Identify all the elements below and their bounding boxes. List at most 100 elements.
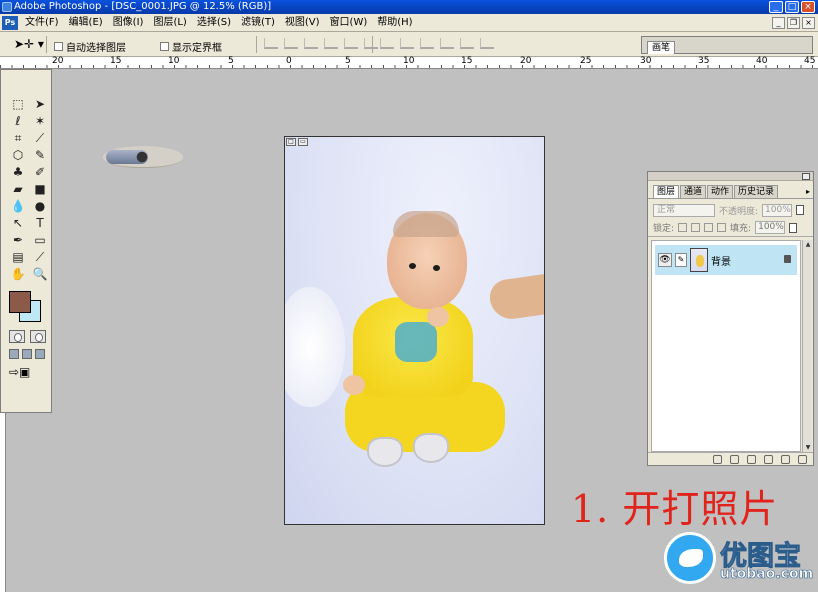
jump-to-imageready-icon[interactable]: ⇨▣ (1, 359, 51, 379)
palette-close-icon[interactable] (802, 173, 810, 180)
new-layer-icon[interactable] (781, 454, 790, 464)
full-screen-menu-mode-icon[interactable] (22, 349, 32, 359)
show-bounds-checkbox[interactable]: 显示定界框 (160, 39, 222, 54)
ruler-label: 20 (520, 56, 532, 66)
new-group-icon[interactable] (747, 454, 756, 464)
crop-tool-icon[interactable]: ⌗ (9, 130, 27, 146)
distribute-vcenter-icon[interactable] (400, 38, 414, 49)
layer-row-background[interactable]: 👁 ✎ 背景 (655, 245, 797, 275)
menu-file[interactable]: 文件(F) (20, 14, 64, 32)
lock-transparency-icon[interactable] (678, 223, 688, 232)
healing-brush-tool-icon[interactable]: ⬡ (9, 147, 27, 163)
opacity-input[interactable]: 100% (762, 203, 793, 217)
distribute-right-icon[interactable] (480, 38, 494, 49)
tab-channels[interactable]: 通道 (680, 185, 707, 198)
distribute-hcenter-icon[interactable] (460, 38, 474, 49)
move-tool-icon[interactable]: ➤ (31, 96, 49, 112)
trash-icon[interactable] (798, 454, 807, 464)
magic-wand-tool-icon[interactable]: ✶ (31, 113, 49, 129)
align-bottom-icon[interactable] (304, 38, 318, 49)
align-vcenter-icon[interactable] (284, 38, 298, 49)
rectangle-tool-icon[interactable]: ▭ (31, 232, 49, 248)
palette-title-strip[interactable] (648, 172, 813, 181)
palette-tab-brushes[interactable]: 画笔 (647, 41, 675, 54)
minimize-button[interactable]: _ (769, 1, 783, 13)
align-hcenter-icon[interactable] (344, 38, 358, 49)
path-selection-tool-icon[interactable]: ↖ (9, 215, 27, 231)
opacity-slider-button[interactable] (796, 205, 805, 215)
zoom-tool-icon[interactable]: 🔍 (31, 266, 49, 282)
brush-tool-icon[interactable]: ✎ (31, 147, 49, 163)
photoshop-logo-icon[interactable]: Ps (2, 15, 18, 30)
menu-filter[interactable]: 滤镜(T) (236, 14, 280, 32)
standard-mode-icon[interactable] (9, 330, 25, 343)
align-top-icon[interactable] (264, 38, 278, 49)
layer-list-scrollbar[interactable]: ▲ ▼ (802, 240, 812, 452)
palette-menu-arrow-icon[interactable]: ▸ (806, 185, 810, 198)
eyedropper-tool-icon[interactable]: ⟋ (31, 249, 49, 265)
blur-tool-icon[interactable]: 💧 (9, 198, 27, 214)
eraser-tool-icon[interactable]: ▰ (9, 181, 27, 197)
notes-tool-icon[interactable]: ▤ (9, 249, 27, 265)
hand-tool-icon[interactable]: ✋ (9, 266, 27, 282)
move-tool-preset-icon[interactable]: ➤✛ ▾ (14, 37, 44, 51)
fill-input[interactable]: 100% (755, 221, 786, 234)
clone-stamp-tool-icon[interactable]: ♣ (9, 164, 27, 180)
standard-screen-mode-icon[interactable] (9, 349, 19, 359)
marquee-tool-icon[interactable]: ⬚ (9, 96, 27, 112)
tab-actions[interactable]: 动作 (707, 185, 734, 198)
scroll-down-icon[interactable]: ▼ (803, 443, 813, 452)
menu-select[interactable]: 选择(S) (192, 14, 236, 32)
doc-mini-control-icon[interactable]: □ (286, 138, 296, 146)
tab-layers[interactable]: 图层 (653, 185, 680, 198)
checkbox-box[interactable] (160, 42, 169, 51)
document-canvas[interactable]: □ ▭ (284, 136, 545, 525)
menu-view[interactable]: 视图(V) (280, 14, 325, 32)
menu-image[interactable]: 图像(I) (108, 14, 149, 32)
quick-mask-mode-icon[interactable] (30, 330, 46, 343)
distribute-top-icon[interactable] (380, 38, 394, 49)
layer-style-icon[interactable] (713, 454, 722, 464)
doc-restore-button[interactable]: ❐ (787, 17, 800, 29)
auto-select-layer-checkbox[interactable]: 自动选择图层 (54, 39, 126, 54)
lasso-tool-icon[interactable]: ℓ (9, 113, 27, 129)
maximize-button[interactable]: □ (785, 1, 799, 13)
foreground-color-swatch[interactable] (9, 291, 31, 313)
doc-mini-control-icon[interactable]: ▭ (298, 138, 308, 146)
adjustment-layer-icon[interactable] (764, 454, 773, 464)
slice-tool-icon[interactable]: ⟋ (31, 130, 49, 146)
align-right-icon[interactable] (364, 38, 378, 49)
layer-brush-icon[interactable]: ✎ (675, 253, 687, 267)
doc-minimize-button[interactable]: _ (772, 17, 785, 29)
tab-history[interactable]: 历史记录 (734, 185, 779, 198)
scroll-up-icon[interactable]: ▲ (803, 240, 813, 249)
blend-mode-select[interactable]: 正常 (653, 203, 715, 217)
fill-slider-button[interactable] (789, 222, 798, 233)
close-button[interactable]: × (801, 1, 815, 13)
full-screen-mode-icon[interactable] (35, 349, 45, 359)
checkbox-box[interactable] (54, 42, 63, 51)
lock-pixels-icon[interactable] (691, 223, 701, 232)
visibility-eye-icon[interactable]: 👁 (658, 253, 672, 267)
distribute-left-icon[interactable] (440, 38, 454, 49)
type-tool-icon[interactable]: T (31, 215, 49, 231)
pen-tool-icon[interactable]: ✒ (9, 232, 27, 248)
doc-close-button[interactable]: × (802, 17, 815, 29)
toolbox-header[interactable] (103, 146, 183, 168)
add-mask-icon[interactable] (730, 454, 739, 464)
palette-bottom-bar (648, 452, 813, 465)
teddy-bear-shape (285, 287, 345, 407)
menu-help[interactable]: 帮助(H) (372, 14, 417, 32)
menu-edit[interactable]: 编辑(E) (64, 14, 108, 32)
history-brush-tool-icon[interactable]: ✐ (31, 164, 49, 180)
gradient-tool-icon[interactable]: ■ (31, 181, 49, 197)
dodge-tool-icon[interactable]: ● (31, 198, 49, 214)
menu-window[interactable]: 窗口(W) (325, 14, 373, 32)
distribute-bottom-icon[interactable] (420, 38, 434, 49)
adobe-online-icon[interactable] (106, 150, 148, 164)
lock-all-icon[interactable] (717, 223, 727, 232)
menu-layer[interactable]: 图层(L) (148, 14, 191, 32)
layer-name[interactable]: 背景 (711, 253, 731, 268)
align-left-icon[interactable] (324, 38, 338, 49)
lock-position-icon[interactable] (704, 223, 714, 232)
